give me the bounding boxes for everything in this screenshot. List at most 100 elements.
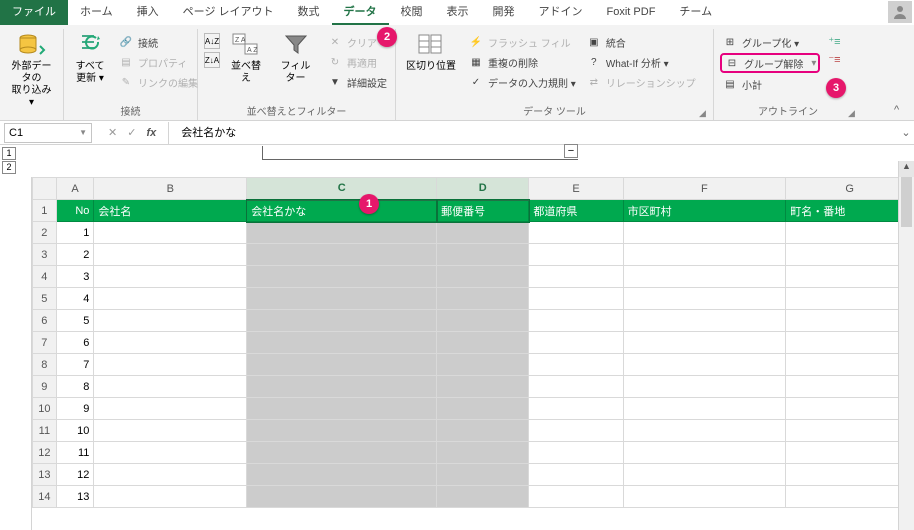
tab-data[interactable]: データ	[332, 0, 389, 25]
cell-F10[interactable]	[623, 398, 786, 420]
cell-F8[interactable]	[623, 354, 786, 376]
row-header-14[interactable]: 14	[33, 486, 57, 508]
cell-F2[interactable]	[623, 222, 786, 244]
cell-D2[interactable]	[437, 222, 529, 244]
tab-foxit[interactable]: Foxit PDF	[595, 0, 668, 25]
group-button[interactable]: ⊞グループ化 ▾	[720, 33, 820, 51]
text-to-columns-button[interactable]: 区切り位置	[402, 29, 460, 75]
cell-E5[interactable]	[529, 288, 623, 310]
whatif-button[interactable]: ?What-If 分析 ▾	[584, 53, 698, 71]
cell-C6[interactable]	[247, 310, 437, 332]
cell-B14[interactable]	[94, 486, 247, 508]
flash-fill-button[interactable]: ⚡フラッシュ フィル	[466, 33, 578, 51]
cell-C9[interactable]	[247, 376, 437, 398]
tab-developer[interactable]: 開発	[481, 0, 527, 25]
row-header-6[interactable]: 6	[33, 310, 57, 332]
col-header-F[interactable]: F	[623, 178, 786, 200]
cell-G12[interactable]	[786, 442, 914, 464]
remove-duplicates-button[interactable]: ▦重複の削除	[466, 53, 578, 71]
cell-D4[interactable]	[437, 266, 529, 288]
cell-F5[interactable]	[623, 288, 786, 310]
cell-C8[interactable]	[247, 354, 437, 376]
scroll-up-icon[interactable]: ▲	[899, 161, 914, 177]
cell-D9[interactable]	[437, 376, 529, 398]
subtotal-button[interactable]: ▤小計	[720, 75, 820, 93]
cell-G2[interactable]	[786, 222, 914, 244]
cell-D10[interactable]	[437, 398, 529, 420]
sort-button[interactable]: Z AA Z 並べ替え	[226, 29, 266, 87]
cell-A11[interactable]: 10	[56, 420, 94, 442]
cell-B2[interactable]	[94, 222, 247, 244]
sort-desc-icon[interactable]: Z↓A	[204, 52, 220, 68]
cell-F11[interactable]	[623, 420, 786, 442]
cell-E2[interactable]	[529, 222, 623, 244]
cell-G10[interactable]	[786, 398, 914, 420]
row-header-4[interactable]: 4	[33, 266, 57, 288]
outline-level-2[interactable]: 2	[2, 161, 16, 174]
fx-icon[interactable]: fx	[146, 127, 156, 139]
row-header-1[interactable]: 1	[33, 200, 57, 222]
cell-C4[interactable]	[247, 266, 437, 288]
cell-G3[interactable]	[786, 244, 914, 266]
expand-formula-bar-icon[interactable]: ⌄	[898, 126, 914, 139]
tab-view[interactable]: 表示	[435, 0, 481, 25]
cell-F6[interactable]	[623, 310, 786, 332]
tab-addins[interactable]: アドイン	[527, 0, 595, 25]
ungroup-button[interactable]: ⊟グループ解除▾	[720, 53, 820, 73]
cell-F4[interactable]	[623, 266, 786, 288]
sort-asc-icon[interactable]: A↓Z	[204, 33, 220, 49]
cell-G6[interactable]	[786, 310, 914, 332]
formula-input[interactable]: 会社名かな	[168, 122, 898, 144]
header-cell-A[interactable]: No	[56, 200, 94, 222]
row-header-12[interactable]: 12	[33, 442, 57, 464]
cell-D12[interactable]	[437, 442, 529, 464]
cell-F14[interactable]	[623, 486, 786, 508]
cell-C11[interactable]	[247, 420, 437, 442]
cell-C7[interactable]	[247, 332, 437, 354]
cell-A2[interactable]: 1	[56, 222, 94, 244]
cell-D3[interactable]	[437, 244, 529, 266]
cell-E14[interactable]	[529, 486, 623, 508]
cell-C10[interactable]	[247, 398, 437, 420]
header-cell-B[interactable]: 会社名	[94, 200, 247, 222]
row-header-13[interactable]: 13	[33, 464, 57, 486]
tab-insert[interactable]: 挿入	[125, 0, 171, 25]
get-external-data-button[interactable]: 外部データの 取り込み ▾	[6, 29, 57, 111]
cell-E12[interactable]	[529, 442, 623, 464]
col-header-A[interactable]: A	[56, 178, 94, 200]
cell-C3[interactable]	[247, 244, 437, 266]
cell-A3[interactable]: 2	[56, 244, 94, 266]
cell-B10[interactable]	[94, 398, 247, 420]
cell-A7[interactable]: 6	[56, 332, 94, 354]
cell-E9[interactable]	[529, 376, 623, 398]
tab-pagelayout[interactable]: ページ レイアウト	[171, 0, 286, 25]
cell-G11[interactable]	[786, 420, 914, 442]
cell-G9[interactable]	[786, 376, 914, 398]
advanced-filter-button[interactable]: ▼詳細設定	[325, 73, 389, 91]
row-header-11[interactable]: 11	[33, 420, 57, 442]
edit-links-button[interactable]: ✎リンクの編集	[116, 73, 200, 91]
name-box[interactable]: C1▼	[4, 123, 92, 143]
col-header-G[interactable]: G	[786, 178, 914, 200]
connections-button[interactable]: 🔗接続	[116, 33, 200, 51]
tab-formulas[interactable]: 数式	[286, 0, 332, 25]
cell-B7[interactable]	[94, 332, 247, 354]
header-cell-G[interactable]: 町名・番地	[786, 200, 914, 222]
cell-F12[interactable]	[623, 442, 786, 464]
datatools-dialog-launcher-icon[interactable]: ◢	[699, 108, 709, 118]
cell-G14[interactable]	[786, 486, 914, 508]
header-cell-D[interactable]: 郵便番号	[437, 200, 529, 222]
cell-D8[interactable]	[437, 354, 529, 376]
cell-B13[interactable]	[94, 464, 247, 486]
row-header-5[interactable]: 5	[33, 288, 57, 310]
outline-collapse-button[interactable]: −	[564, 144, 578, 158]
col-header-B[interactable]: B	[94, 178, 247, 200]
header-cell-E[interactable]: 都道府県	[529, 200, 623, 222]
cell-B8[interactable]	[94, 354, 247, 376]
cell-F13[interactable]	[623, 464, 786, 486]
header-cell-C[interactable]: 会社名かな	[247, 200, 437, 222]
cell-F7[interactable]	[623, 332, 786, 354]
show-detail-icon[interactable]: ⁺≡	[826, 33, 842, 49]
filter-button[interactable]: フィルター	[272, 29, 319, 87]
cell-G7[interactable]	[786, 332, 914, 354]
